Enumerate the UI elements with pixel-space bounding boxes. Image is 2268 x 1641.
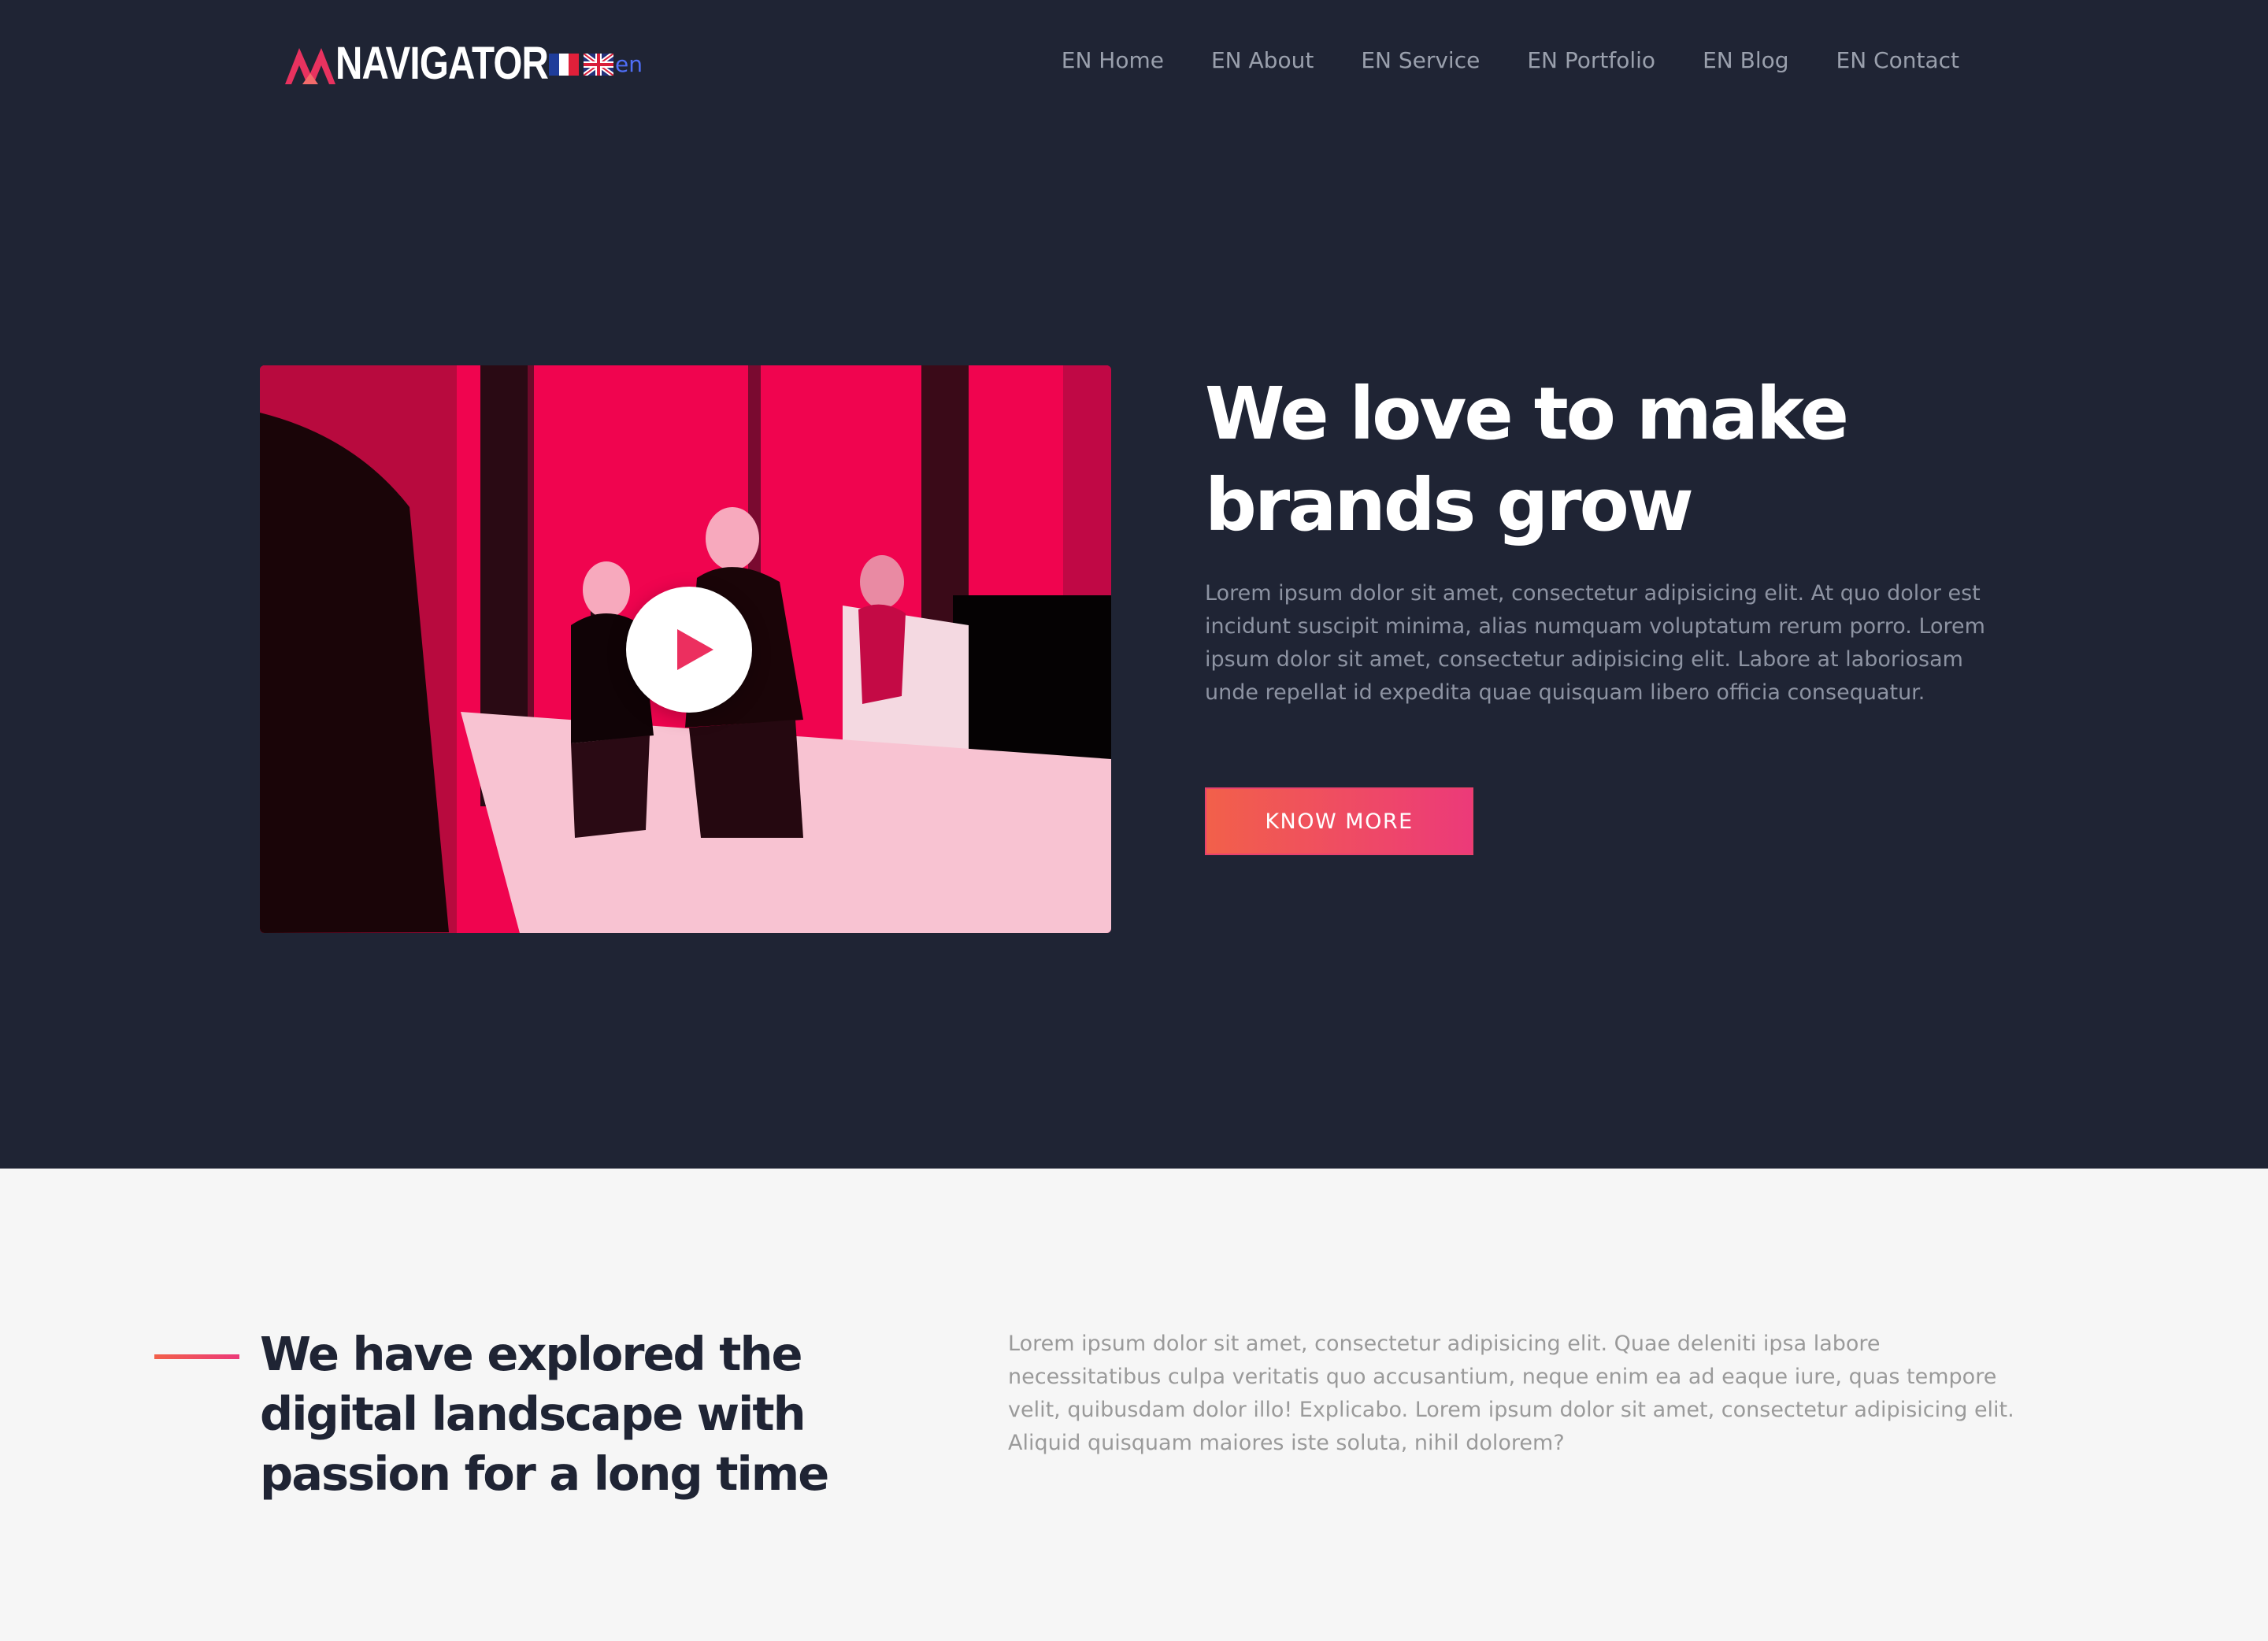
know-more-button[interactable]: KNOW MORE — [1205, 787, 1473, 855]
video-thumbnail[interactable] — [260, 365, 1111, 933]
hero-section: NAVIGATOR en EN Home EN About EN Service… — [0, 0, 2268, 1169]
play-icon — [677, 629, 713, 670]
uk-flag-icon[interactable] — [584, 54, 613, 76]
nav-item-service[interactable]: EN Service — [1361, 47, 1480, 73]
language-switcher: en — [549, 54, 643, 76]
about-description: Lorem ipsum dolor sit amet, consectetur … — [1008, 1332, 2014, 1455]
nav-item-home[interactable]: EN Home — [1062, 47, 1164, 73]
french-flag-icon[interactable] — [549, 54, 579, 76]
brand-name: NAVIGATOR — [335, 38, 549, 89]
hero-description: Lorem ipsum dolor sit amet, consectetur … — [1205, 581, 1985, 705]
nav-item-portfolio[interactable]: EN Portfolio — [1527, 47, 1655, 73]
hero-title: We love to make brands grow — [1205, 372, 1849, 547]
navigator-logo-icon — [285, 48, 335, 84]
about-title: We have explored the digital landscape w… — [260, 1327, 829, 1501]
nav-item-blog[interactable]: EN Blog — [1703, 47, 1788, 73]
nav-item-contact[interactable]: EN Contact — [1836, 47, 1959, 73]
language-code[interactable]: en — [615, 54, 643, 76]
nav-item-about[interactable]: EN About — [1211, 47, 1314, 73]
accent-divider — [154, 1354, 239, 1359]
navbar: NAVIGATOR en EN Home EN About EN Service… — [0, 0, 2268, 134]
play-button[interactable] — [626, 587, 752, 713]
main-nav: EN Home EN About EN Service EN Portfolio… — [1062, 47, 1959, 73]
